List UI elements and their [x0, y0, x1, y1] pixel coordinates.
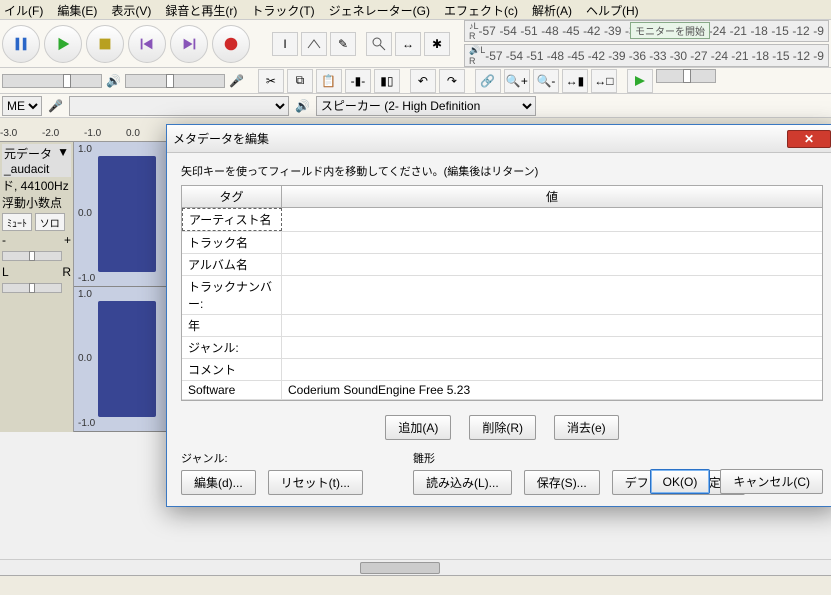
menu-edit[interactable]: 編集(E) [57, 2, 97, 17]
envelope-tool-icon[interactable] [301, 32, 327, 56]
edit-genre-button[interactable]: 編集(d)... [181, 470, 256, 495]
transport-toolbar: I ✎ ↔ ✱ ♪LR -57-54-51-48-45-42-39-36-33-… [0, 20, 831, 68]
play-device-select[interactable]: スピーカー (2- High Definition [316, 96, 536, 116]
menu-help[interactable]: ヘルプ(H) [586, 2, 639, 17]
pan-slider[interactable] [2, 283, 62, 293]
cut-button[interactable]: ✂ [258, 69, 284, 93]
speaker-icon-2: 🔊 [295, 99, 310, 113]
menu-generate[interactable]: ジェネレーター(G) [329, 2, 430, 17]
menu-effect[interactable]: エフェクト(c) [444, 2, 518, 17]
mic-icon-2: 🎤 [48, 99, 63, 113]
fit-project-button[interactable]: ↔□ [591, 69, 617, 93]
track-control-panel[interactable]: 元データ_audacit▼ ド, 44100Hz 浮動小数点 ﾐｭｰﾄ ソロ -… [0, 142, 74, 432]
metadata-table[interactable]: タグ 値 アーティスト名 トラック名 アルバム名 トラックナンバー: 年 ジャン… [181, 185, 823, 401]
metadata-editor-dialog: メタデータを編集 ✕ 矢印キーを使ってフィールド内を移動してください。(編集後は… [166, 124, 831, 507]
speaker-icon: 🔊 [106, 74, 121, 88]
record-device-select[interactable] [69, 96, 289, 116]
multi-tool-icon[interactable]: ✱ [424, 32, 450, 56]
table-row[interactable]: SoftwareCoderium SoundEngine Free 5.23 [182, 381, 822, 400]
dialog-hint: 矢印キーを使ってフィールド内を移動してください。(編集後はリターン) [181, 163, 823, 179]
copy-button[interactable]: ⧉ [287, 69, 313, 93]
track-menu-icon[interactable]: ▼ [57, 145, 69, 176]
menu-file[interactable]: イル(F) [4, 2, 43, 17]
pause-button[interactable] [2, 25, 40, 63]
dialog-title: メタデータを編集 [173, 130, 269, 147]
record-button[interactable] [212, 25, 250, 63]
mic-icon: 🎤 [229, 74, 244, 88]
clear-button[interactable]: 消去(e) [554, 415, 619, 440]
play-at-speed-button[interactable] [627, 69, 653, 93]
col-tag: タグ [182, 186, 282, 207]
fit-selection-button[interactable]: ↔▮ [562, 69, 588, 93]
paste-button[interactable]: 📋 [316, 69, 342, 93]
redo-button[interactable]: ↷ [439, 69, 465, 93]
draw-tool-icon[interactable]: ✎ [330, 32, 356, 56]
menu-analyze[interactable]: 解析(A) [532, 2, 572, 17]
solo-button[interactable]: ソロ [35, 213, 65, 231]
table-row[interactable]: コメント [182, 359, 822, 381]
record-meter[interactable]: ♪LR -57-54-51-48-45-42-39-36-33-30-27-24… [464, 20, 829, 42]
play-speed-slider[interactable] [656, 69, 716, 83]
table-row[interactable]: アーティスト名 [182, 208, 822, 232]
host-select[interactable]: ME [2, 96, 42, 116]
ok-button[interactable]: OK(O) [650, 469, 711, 494]
edit-toolbar: 🔊 🎤 ✂ ⧉ 📋 ‑▮‑ ▮▯ ↶ ↷ 🔗 🔍+ 🔍- ↔▮ ↔□ [0, 68, 831, 94]
table-row[interactable]: トラック名 [182, 232, 822, 254]
zoom-in-button[interactable]: 🔍+ [504, 69, 530, 93]
gain-slider[interactable] [2, 251, 62, 261]
playback-volume-slider[interactable] [2, 74, 102, 88]
record-volume-slider[interactable] [125, 74, 225, 88]
save-template-button[interactable]: 保存(S)... [524, 470, 600, 495]
close-icon[interactable]: ✕ [787, 130, 831, 148]
mute-button[interactable]: ﾐｭｰﾄ [2, 213, 32, 231]
horizontal-scrollbar[interactable] [0, 559, 831, 575]
sync-lock-button[interactable]: 🔗 [475, 69, 501, 93]
zoom-out-button[interactable]: 🔍- [533, 69, 559, 93]
dialog-titlebar[interactable]: メタデータを編集 ✕ [167, 125, 831, 153]
table-row[interactable]: ジャンル: [182, 337, 822, 359]
cancel-button[interactable]: キャンセル(C) [720, 469, 823, 494]
menu-view[interactable]: 表示(V) [111, 2, 151, 17]
selection-tool-icon[interactable]: I [272, 32, 298, 56]
status-bar [0, 575, 831, 595]
load-template-button[interactable]: 読み込み(L)... [413, 470, 512, 495]
menubar: イル(F) 編集(E) 表示(V) 録音と再生(r) トラック(T) ジェネレー… [0, 0, 831, 20]
add-button[interactable]: 追加(A) [385, 415, 451, 440]
silence-button[interactable]: ▮▯ [374, 69, 400, 93]
menu-tracks[interactable]: トラック(T) [251, 2, 314, 17]
skip-end-button[interactable] [170, 25, 208, 63]
skip-start-button[interactable] [128, 25, 166, 63]
table-row[interactable]: アルバム名 [182, 254, 822, 276]
trim-button[interactable]: ‑▮‑ [345, 69, 371, 93]
menu-transport[interactable]: 録音と再生(r) [165, 2, 237, 17]
reset-genre-button[interactable]: リセット(t)... [268, 470, 363, 495]
table-row[interactable]: トラックナンバー: [182, 276, 822, 315]
stop-button[interactable] [86, 25, 124, 63]
genre-label: ジャンル: [181, 450, 363, 466]
remove-button[interactable]: 削除(R) [469, 415, 536, 440]
table-row[interactable]: 年 [182, 315, 822, 337]
timeshift-tool-icon[interactable]: ↔ [395, 32, 421, 56]
device-toolbar: ME 🎤 🔊 スピーカー (2- High Definition [0, 94, 831, 118]
play-meter[interactable]: 🔊LR -57-54-51-48-45-42-39-36-33-30-27-24… [464, 44, 829, 67]
template-label: 雛形 [413, 450, 745, 466]
col-value: 値 [282, 186, 822, 207]
zoom-tool-icon[interactable] [366, 32, 392, 56]
monitor-start-button[interactable]: モニターを開始 [630, 22, 710, 39]
undo-button[interactable]: ↶ [410, 69, 436, 93]
play-button[interactable] [44, 25, 82, 63]
